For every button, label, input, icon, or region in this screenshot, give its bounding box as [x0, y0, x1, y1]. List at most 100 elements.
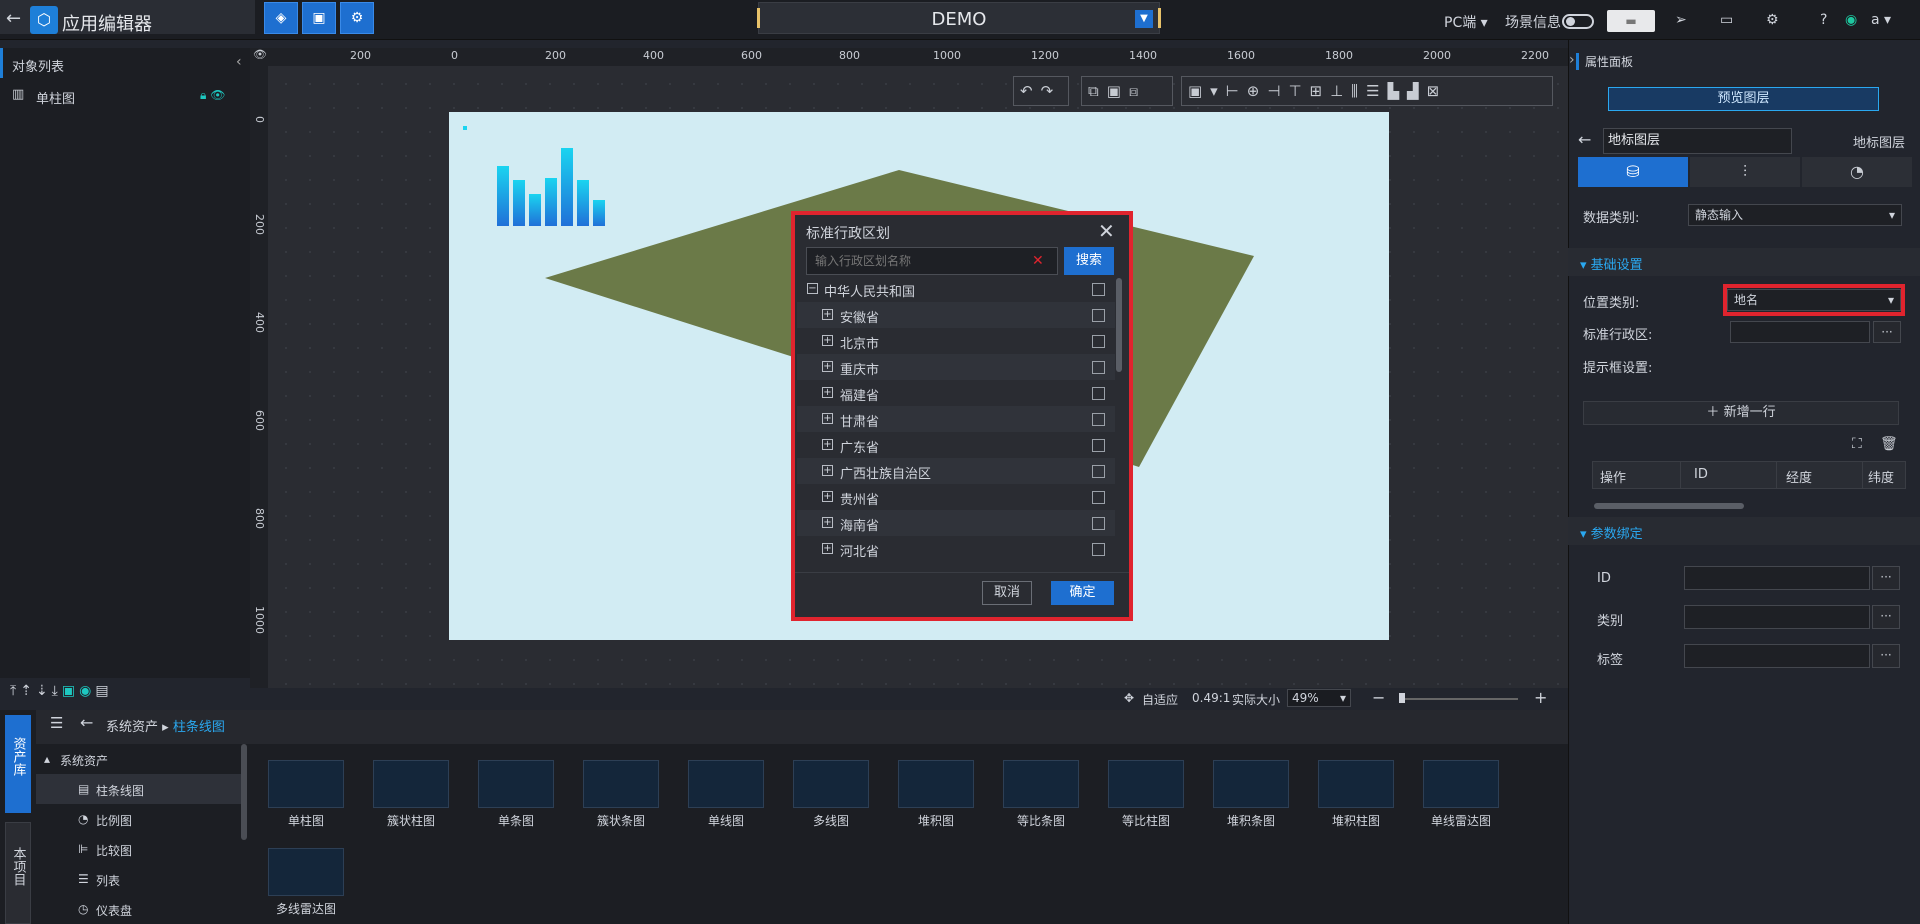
region-search-input[interactable] — [806, 247, 1058, 275]
section-basic-title[interactable]: ▾ 基础设置 — [1580, 254, 1643, 273]
undo-redo-group[interactable]: ↶↷ — [1013, 76, 1069, 106]
zoom-slider[interactable] — [1400, 698, 1518, 700]
checkbox[interactable] — [1092, 335, 1105, 348]
asset-item[interactable]: 多线图 — [793, 760, 869, 832]
tree-row[interactable]: + 甘肃省 — [797, 406, 1115, 432]
tree-row[interactable]: + 福建省 — [797, 380, 1115, 406]
tab-interaction[interactable]: ◔ — [1802, 157, 1912, 187]
dialog-scroll-thumb[interactable] — [1116, 278, 1122, 372]
expand-icon[interactable]: + — [822, 309, 833, 320]
align-group[interactable]: ▣▾⊢⊕⊣⊤⊞⊥⫼☰▙▟⊠ — [1181, 76, 1553, 106]
data-type-select[interactable]: 静态输入 — [1688, 204, 1902, 226]
checkbox[interactable] — [1092, 283, 1105, 296]
tree-row[interactable]: + 安徽省 — [797, 302, 1115, 328]
asset-item[interactable]: 等比柱图 — [1108, 760, 1184, 832]
lock-eye-icons[interactable]: 🔒︎ 👁︎ — [200, 88, 225, 103]
save-icon[interactable]: ▣ — [302, 2, 336, 34]
zoom-in-icon[interactable]: + — [1534, 688, 1547, 707]
tab-data[interactable]: ⛁ — [1578, 157, 1688, 187]
lock-icon[interactable]: ▣ — [62, 683, 79, 699]
grid-icon[interactable]: ⊠ — [1427, 82, 1448, 100]
fit-icon[interactable]: ✥ — [1124, 691, 1134, 705]
checkbox[interactable] — [1092, 413, 1105, 426]
distribute-h-icon[interactable]: ⫼ — [1351, 82, 1366, 100]
distribute-v-icon[interactable]: ☰ — [1366, 82, 1387, 100]
expand-icon[interactable]: + — [822, 439, 833, 450]
asset-item[interactable]: 簇状柱图 — [373, 760, 449, 832]
tree-row[interactable]: + 广东省 — [797, 432, 1115, 458]
checkbox[interactable] — [1092, 465, 1105, 478]
arrange-group[interactable]: ⧉▣⧈ — [1081, 76, 1173, 106]
asset-tree-root[interactable]: ▴ 系统资产 — [36, 744, 246, 774]
move-down-icon[interactable]: ⇣ — [36, 683, 52, 699]
collapse-right-icon[interactable]: › — [1569, 52, 1575, 68]
gear-icon[interactable]: ⚙ — [1766, 12, 1779, 28]
snapshot-button[interactable]: ▬ — [1607, 10, 1655, 32]
same-height-icon[interactable]: ▟ — [1407, 82, 1427, 100]
asset-item[interactable]: 堆积图 — [898, 760, 974, 832]
expand-icon[interactable]: + — [822, 491, 833, 502]
asset-item[interactable]: 簇状条图 — [583, 760, 659, 832]
asset-item[interactable]: 单柱图 — [268, 760, 344, 832]
align-right-icon[interactable]: ⊣ — [1267, 82, 1288, 100]
expand-icon[interactable]: + — [822, 465, 833, 476]
align-middle-icon[interactable]: ⊞ — [1310, 82, 1331, 100]
asset-tree-scrollbar[interactable] — [241, 744, 247, 840]
bring-front-icon[interactable]: ⧉ — [1088, 82, 1107, 100]
back-arrow-icon[interactable]: ← — [1578, 130, 1591, 149]
checkbox[interactable] — [1092, 387, 1105, 400]
fullscreen-icon[interactable]: ⛶ — [1852, 436, 1862, 452]
asset-item[interactable]: 堆积条图 — [1213, 760, 1289, 832]
asset-item[interactable]: 单线雷达图 — [1423, 760, 1499, 832]
pc-mode-selector[interactable]: PC端 ▾ — [1444, 12, 1488, 32]
checkbox[interactable] — [1092, 439, 1105, 452]
actual-size-button[interactable]: 实际大小 — [1232, 691, 1280, 708]
menu-icon[interactable]: ☰ — [50, 714, 63, 732]
chevron-down-icon[interactable]: ▼ — [1135, 10, 1153, 28]
align-left-icon[interactable]: ⊢ — [1226, 82, 1247, 100]
redo-icon[interactable]: ↷ — [1041, 82, 1062, 100]
user-menu[interactable]: a ▾ — [1871, 12, 1891, 28]
asset-item[interactable]: 单条图 — [478, 760, 554, 832]
param-tag-input[interactable] — [1684, 644, 1870, 668]
move-up-icon[interactable]: ⇡ — [20, 683, 36, 699]
checkbox[interactable] — [1092, 491, 1105, 504]
asset-item[interactable]: 单线图 — [688, 760, 764, 832]
align-bottom-icon[interactable]: ⊥ — [1330, 82, 1351, 100]
table-scrollbar[interactable] — [1594, 503, 1744, 509]
param-tag-picker-button[interactable]: ··· — [1872, 644, 1900, 668]
clear-icon[interactable]: ✕ — [1032, 253, 1044, 269]
trash-icon[interactable]: 🗑︎ — [1880, 436, 1898, 452]
fit-button[interactable]: 自适应 — [1142, 691, 1178, 708]
move-bottom-icon[interactable]: ⤓ — [52, 683, 62, 699]
expand-icon[interactable]: + — [822, 387, 833, 398]
undo-icon[interactable]: ↶ — [1020, 82, 1041, 100]
tree-row[interactable]: + 贵州省 — [797, 484, 1115, 510]
confirm-button[interactable]: 确定 — [1051, 581, 1114, 605]
group-icon[interactable]: ⧈ — [1129, 82, 1147, 100]
mini-bar-chart[interactable] — [463, 126, 633, 246]
tree-row[interactable]: + 重庆市 — [797, 354, 1115, 380]
cancel-button[interactable]: 取消 — [982, 581, 1032, 605]
layers-icon[interactable]: ◈ — [264, 2, 298, 34]
section-params-title[interactable]: ▾ 参数绑定 — [1580, 523, 1643, 542]
collapse-icon[interactable]: − — [807, 283, 818, 294]
checkbox[interactable] — [1092, 361, 1105, 374]
tree-row-root[interactable]: − 中华人民共和国 — [797, 276, 1115, 302]
expand-icon[interactable]: + — [822, 517, 833, 528]
admin-region-picker-button[interactable]: ··· — [1873, 321, 1901, 343]
param-id-input[interactable] — [1684, 566, 1870, 590]
asset-item[interactable]: 堆积柱图 — [1318, 760, 1394, 832]
expand-icon[interactable]: + — [822, 335, 833, 346]
scene-info-toggle[interactable] — [1562, 14, 1594, 29]
tab-project[interactable]: 本项目 — [5, 822, 31, 924]
asset-item[interactable]: 多线雷达图 — [268, 848, 344, 920]
back-arrow-icon[interactable]: ← — [6, 8, 21, 29]
back-arrow-icon[interactable]: ← — [80, 713, 93, 732]
trash-icon[interactable]: ▤ — [95, 683, 112, 699]
zoom-out-icon[interactable]: − — [1372, 688, 1385, 707]
eye-icon[interactable]: ◉ — [79, 683, 95, 699]
checkbox[interactable] — [1092, 309, 1105, 322]
user-avatar-icon[interactable]: ◉ — [1845, 12, 1857, 28]
layer-name-input[interactable]: 地标图层 — [1603, 128, 1792, 154]
